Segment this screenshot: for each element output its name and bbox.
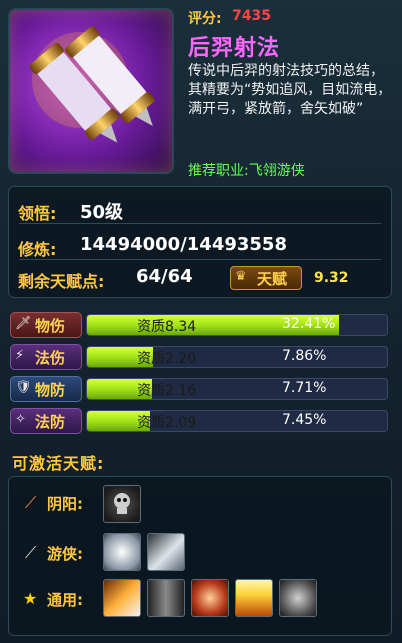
bar-track: 资质2.09 7.45%	[86, 410, 388, 432]
bar-track: 资质8.34 32.41%	[86, 314, 388, 336]
bow-icon: ⟋	[25, 543, 37, 562]
skill-description: 传说中后羿的射法技巧的总结，其精要为“势如追风，目如流电，满开弓，紧放箭，舍矢如…	[188, 63, 392, 117]
activatable-panel: ⟋ 阴阳: ⟋ 游侠: ★ 通用:	[8, 476, 392, 636]
bar-quality: 资质2.16	[137, 383, 197, 399]
skill-slot[interactable]	[191, 579, 229, 617]
bar-quality: 资质2.20	[137, 351, 197, 367]
remaining-points-value: 64/64	[136, 266, 193, 287]
bar-label: 法防	[35, 413, 66, 431]
scroll-icon	[29, 26, 155, 143]
item-icon-frame	[8, 8, 174, 174]
bar-magic-damage: ⚡ 法伤 资质2.20 7.86%	[10, 344, 392, 370]
comprehension-value: 50级	[80, 202, 124, 223]
remaining-points-label: 剩余天赋点:	[18, 272, 105, 291]
bar-badge: ⚡ 法伤	[10, 344, 82, 370]
skill-slot[interactable]	[147, 579, 185, 617]
score-value: 7435	[232, 8, 271, 24]
bar-badge: ✧ 法防	[10, 408, 82, 434]
bar-magic-defense: ✧ 法防 资质2.09 7.45%	[10, 408, 392, 434]
bar-track: 资质2.20 7.86%	[86, 346, 388, 368]
bar-label: 法伤	[35, 349, 66, 367]
bar-percent: 7.71%	[282, 380, 327, 396]
skill-slot[interactable]	[147, 533, 185, 571]
talent-button[interactable]: ♛ 天赋	[230, 266, 302, 290]
bar-percent: 32.41%	[282, 316, 336, 332]
star-icon: ★	[23, 589, 38, 608]
category-label: 游侠:	[47, 545, 83, 563]
bar-track: 资质2.16 7.71%	[86, 378, 388, 400]
recommend-job: 推荐职业:飞翎游侠	[188, 163, 305, 179]
skill-slot[interactable]	[103, 533, 141, 571]
category-label: 通用:	[47, 591, 83, 609]
sword-icon: 🗡	[15, 316, 32, 331]
talent-button-label: 天赋	[257, 270, 288, 288]
shield-icon: 🛡	[15, 380, 32, 395]
bar-badge: 🗡 物伤	[10, 312, 82, 338]
bow-icon: ⟋	[25, 493, 37, 512]
bar-quality: 资质2.09	[137, 415, 197, 431]
cultivation-value: 14494000/14493558	[80, 234, 287, 255]
comprehension-label: 领悟:	[18, 204, 57, 223]
bar-label: 物伤	[35, 317, 66, 335]
crown-icon: ♛	[235, 269, 247, 284]
bar-physical-defense: 🛡 物防 资质2.16 7.71%	[10, 376, 392, 402]
magic-icon: ⚡	[15, 348, 25, 363]
score-label: 评分:	[188, 11, 222, 27]
magic-shield-icon: ✧	[15, 412, 26, 427]
bar-quality: 资质8.34	[137, 319, 197, 335]
category-label: 阴阳:	[47, 495, 83, 513]
talent-multiplier: 9.32	[314, 270, 349, 286]
bar-physical-damage: 🗡 物伤 资质8.34 32.41%	[10, 312, 392, 338]
skill-slot[interactable]	[235, 579, 273, 617]
skill-name: 后羿射法	[188, 36, 281, 61]
bar-percent: 7.86%	[282, 348, 327, 364]
bar-label: 物防	[35, 381, 66, 399]
bar-percent: 7.45%	[282, 412, 327, 428]
activatable-title: 可激活天赋:	[12, 454, 105, 473]
skill-slot[interactable]	[103, 579, 141, 617]
bar-badge: 🛡 物防	[10, 376, 82, 402]
skill-slot[interactable]	[279, 579, 317, 617]
skull-icon	[114, 493, 130, 514]
skill-slot[interactable]	[103, 485, 141, 523]
cultivation-label: 修炼:	[18, 240, 57, 259]
